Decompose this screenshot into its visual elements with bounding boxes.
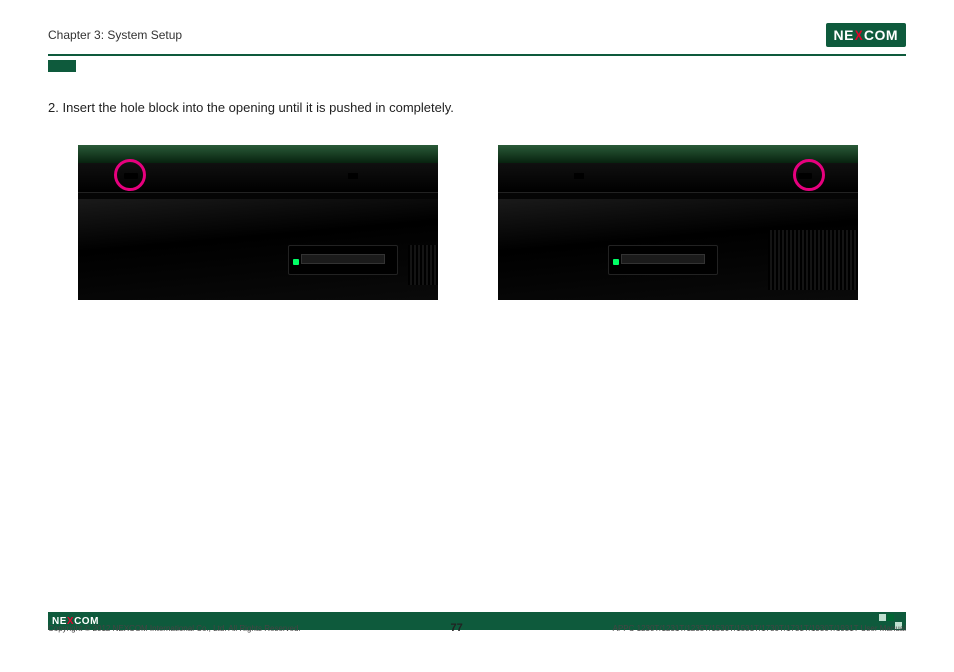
port-led xyxy=(293,259,299,265)
logo-suffix: COM xyxy=(864,27,898,43)
footer-line: Copyright © 2012 NEXCOM International Co… xyxy=(48,622,906,634)
step-number: 2. xyxy=(48,100,59,115)
vent-grille xyxy=(768,230,858,290)
device-photo-left xyxy=(78,145,438,300)
device-photo-right xyxy=(498,145,858,300)
port-plate xyxy=(608,245,718,275)
step-text: Insert the hole block into the opening u… xyxy=(62,100,453,115)
chapter-title: Chapter 3: System Setup xyxy=(48,28,182,42)
vent-grille xyxy=(408,245,438,285)
deco-square xyxy=(887,614,894,621)
brand-logo-top: NEXCOM xyxy=(826,23,906,47)
logo-x: X xyxy=(855,27,863,43)
copyright-text: Copyright © 2012 NEXCOM International Co… xyxy=(48,624,301,633)
port-slot xyxy=(301,254,385,264)
port-plate xyxy=(288,245,398,275)
manual-title: APPC 1230T/1231T/1235T/1530T/1531T/1730T… xyxy=(613,624,906,633)
header-divider xyxy=(48,54,906,56)
highlight-circle xyxy=(793,159,825,191)
instruction-step: 2. Insert the hole block into the openin… xyxy=(48,100,906,115)
bezel-notch xyxy=(574,173,584,179)
deco-square xyxy=(879,614,886,621)
side-tab xyxy=(48,60,76,72)
port-slot xyxy=(621,254,705,264)
port-led xyxy=(613,259,619,265)
page-number: 77 xyxy=(451,622,463,634)
logo-prefix: NE xyxy=(834,27,854,43)
bezel-notch xyxy=(348,173,358,179)
highlight-circle xyxy=(114,159,146,191)
